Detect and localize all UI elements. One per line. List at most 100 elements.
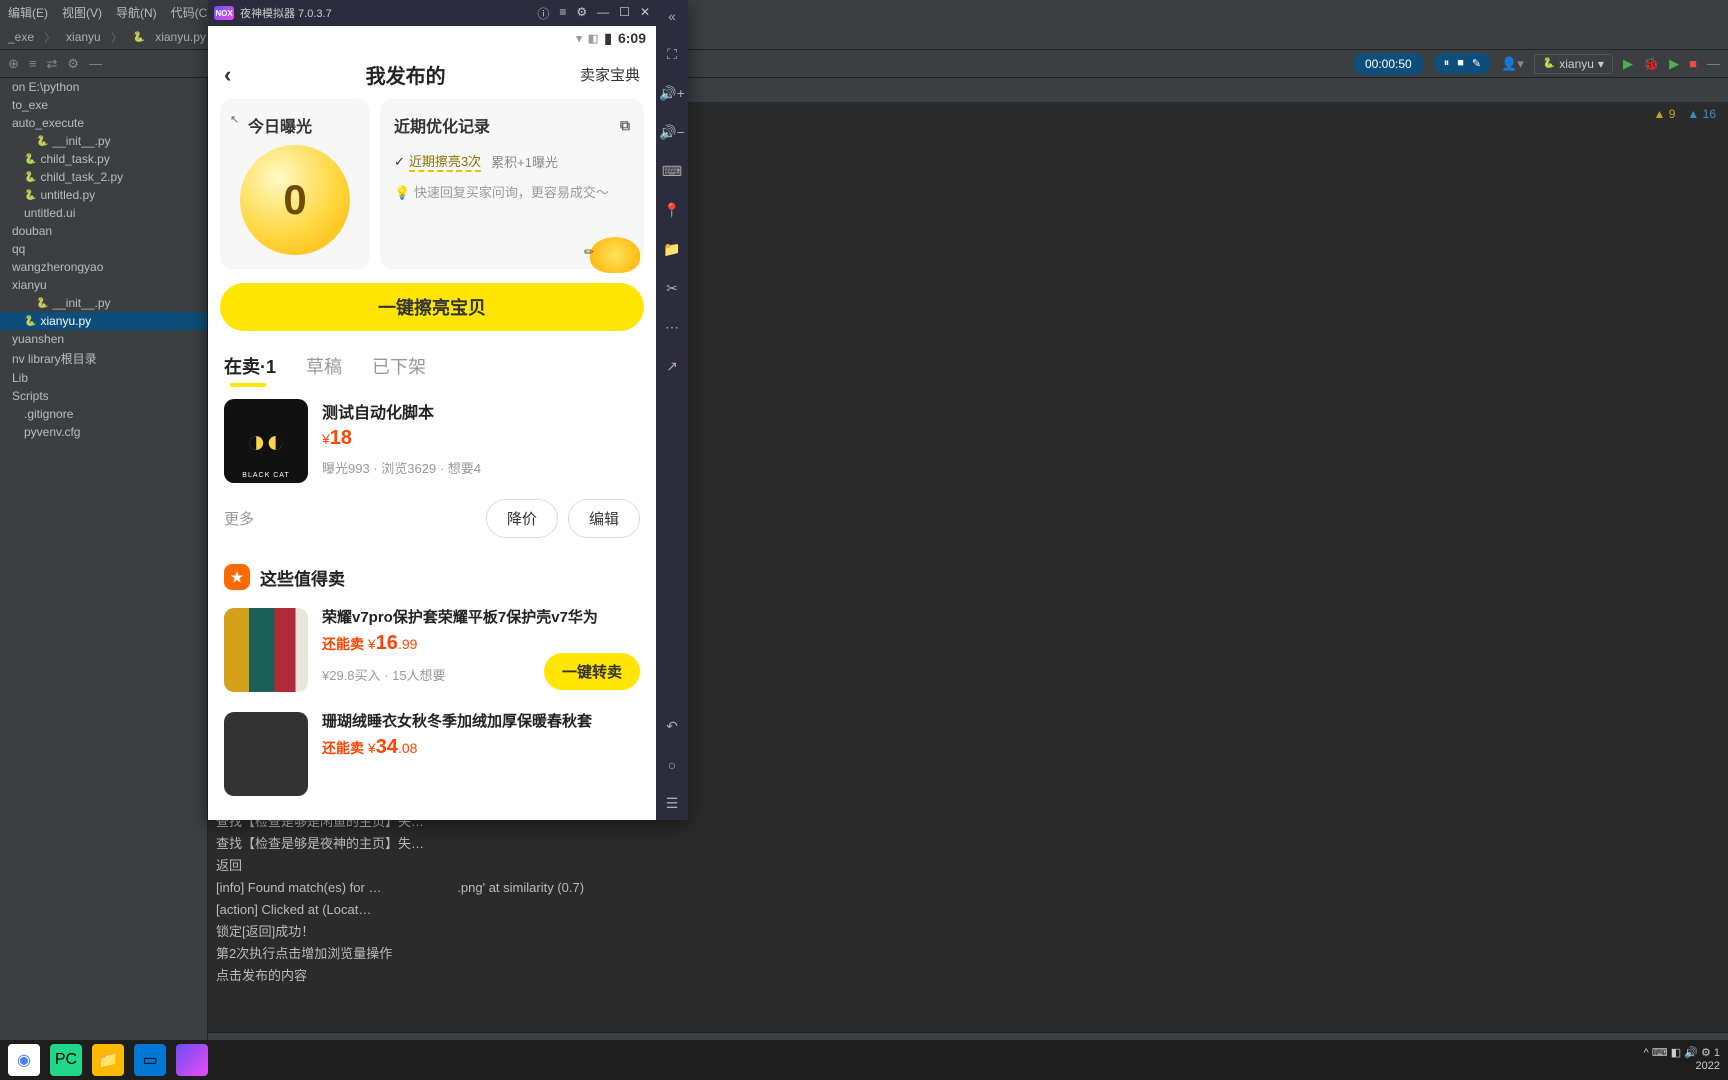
tree-row[interactable]: 🐍child_task_2.py bbox=[0, 168, 207, 186]
resell-button[interactable]: 一键转卖 bbox=[544, 653, 640, 690]
tray-time: 1 bbox=[1714, 1047, 1720, 1059]
emulator-sidebar: « ⛶ 🔊+ 🔊− ⌨ 📍 📁 ✂ ⋯ ↗ ↶ ○ ☰ bbox=[656, 0, 688, 820]
phone-screen[interactable]: ▾ ◧ ▮ 6:09 ‹ 我发布的 卖家宝典 ↖ 今日曝光 0 近期优化记录 ⧉… bbox=[208, 26, 656, 820]
help-icon[interactable]: ⓘ bbox=[537, 5, 549, 22]
debug-icon[interactable]: 🐞 bbox=[1643, 56, 1659, 72]
polish-button[interactable]: 一键擦亮宝贝 bbox=[220, 283, 644, 331]
stop-icon[interactable]: ■ bbox=[1457, 57, 1464, 70]
console-line: 点击发布的内容 bbox=[216, 965, 1720, 987]
warning-badge[interactable]: ▲ 9 bbox=[1654, 107, 1676, 121]
tree-row[interactable]: 🐍__init__.py bbox=[0, 132, 207, 150]
menu-edit[interactable]: 编辑(E) bbox=[8, 4, 48, 21]
pause-icon[interactable]: ⏸ bbox=[1444, 57, 1450, 70]
tab-offshelf[interactable]: 已下架 bbox=[372, 353, 426, 379]
tree-row[interactable]: qq bbox=[0, 240, 207, 258]
tree-row[interactable]: .gitignore bbox=[0, 405, 207, 423]
run-icon[interactable]: ▶ bbox=[1623, 56, 1633, 72]
more-button[interactable]: 更多 bbox=[224, 508, 254, 529]
exposure-value: 0 bbox=[240, 145, 350, 255]
maximize-icon[interactable]: ☐ bbox=[619, 5, 630, 22]
crumb[interactable]: xianyu.py bbox=[155, 30, 206, 44]
tree-row[interactable]: untitled.ui bbox=[0, 204, 207, 222]
reduce-price-button[interactable]: 降价 bbox=[486, 499, 558, 538]
item-stats: 曝光993 · 浏览3629 · 想要4 bbox=[322, 458, 640, 477]
run-config-select[interactable]: 🐍xianyu▾ bbox=[1534, 54, 1613, 74]
chrome-icon[interactable]: ◉ bbox=[8, 1044, 40, 1076]
stop-run-icon[interactable]: ■ bbox=[1689, 56, 1697, 71]
tree-row[interactable]: Lib bbox=[0, 369, 207, 387]
optimize-card[interactable]: 近期优化记录 ⧉ ✓近期擦亮3次累积+1曝光 💡 快速回复买家问询，更容易成交～ bbox=[380, 99, 644, 269]
tree-row[interactable]: 🐍xianyu.py bbox=[0, 312, 207, 330]
tray-icons[interactable]: ^ ⌨ ◧ 🔊 ⚙ bbox=[1644, 1047, 1714, 1059]
exposure-card[interactable]: ↖ 今日曝光 0 bbox=[220, 99, 370, 269]
nox-taskbar-icon[interactable] bbox=[176, 1044, 208, 1076]
tree-row[interactable]: yuanshen bbox=[0, 330, 207, 348]
recommend-item[interactable]: 荣耀v7pro保护套荣耀平板7保护壳v7华为 还能卖 ¥16.99 ¥29.8买… bbox=[208, 598, 656, 702]
tree-row[interactable]: pyvenv.cfg bbox=[0, 423, 207, 441]
tree-row[interactable]: 🐍untitled.py bbox=[0, 186, 207, 204]
minimize-icon[interactable]: — bbox=[597, 5, 609, 22]
system-tray[interactable]: ^ ⌨ ◧ 🔊 ⚙ 1 2022 bbox=[1644, 1047, 1720, 1073]
volume-down-icon[interactable]: 🔊− bbox=[659, 124, 685, 141]
location-icon[interactable]: 📍 bbox=[663, 202, 680, 219]
collapse-icon[interactable]: « bbox=[668, 8, 676, 24]
tree-row[interactable]: Scripts bbox=[0, 387, 207, 405]
crumb[interactable]: xianyu bbox=[66, 30, 101, 44]
user-icon[interactable]: 👤▾ bbox=[1501, 56, 1524, 72]
tree-row[interactable]: to_exe bbox=[0, 96, 207, 114]
terminal-icon[interactable]: ▭ bbox=[134, 1044, 166, 1076]
edit-button[interactable]: 编辑 bbox=[568, 499, 640, 538]
tab-onsale[interactable]: 在卖·1 bbox=[224, 353, 276, 379]
minimize-window-icon[interactable]: — bbox=[1707, 56, 1720, 71]
tree-row[interactable]: on E:\python bbox=[0, 78, 207, 96]
tree-row[interactable]: 🐍child_task.py bbox=[0, 150, 207, 168]
tree-row[interactable]: xianyu bbox=[0, 276, 207, 294]
home-nav-icon[interactable]: ○ bbox=[668, 757, 676, 773]
tree-row[interactable]: douban bbox=[0, 222, 207, 240]
console-line: 查找【检查是够是夜神的主页】失… bbox=[216, 833, 1720, 855]
tool-icon[interactable]: ⇄ bbox=[47, 56, 58, 72]
keyboard-icon[interactable]: ⌨ bbox=[662, 163, 682, 180]
emulator-window[interactable]: NOX 夜神模拟器 7.0.3.7 ⓘ ≡ ⚙ — ☐ ✕ « ⛶ 🔊+ 🔊− … bbox=[208, 0, 688, 820]
back-nav-icon[interactable]: ↶ bbox=[666, 718, 678, 735]
back-icon[interactable]: ‹ bbox=[224, 62, 231, 88]
emulator-title: 夜神模拟器 7.0.3.7 bbox=[240, 5, 332, 21]
minimize-icon[interactable]: — bbox=[89, 56, 102, 72]
menu-view[interactable]: 视图(V) bbox=[62, 4, 102, 21]
fullscreen-icon[interactable]: ⛶ bbox=[667, 46, 677, 63]
menu-nav[interactable]: 导航(N) bbox=[116, 4, 157, 21]
more-icon[interactable]: ⋯ bbox=[665, 319, 679, 336]
seller-guide-link[interactable]: 卖家宝典 bbox=[580, 64, 640, 85]
optimize-row: 近期擦亮3次 bbox=[409, 151, 481, 172]
emulator-titlebar[interactable]: NOX 夜神模拟器 7.0.3.7 ⓘ ≡ ⚙ — ☐ ✕ bbox=[208, 0, 656, 26]
crumb[interactable]: _exe bbox=[8, 30, 34, 44]
weak-warning-badge[interactable]: ▲ 16 bbox=[1687, 107, 1716, 121]
folder-icon[interactable]: 📁 bbox=[663, 241, 680, 258]
tree-row[interactable]: wangzherongyao bbox=[0, 258, 207, 276]
close-icon[interactable]: ✕ bbox=[640, 5, 650, 22]
run-controls[interactable]: ⏸ ■ ✎ bbox=[1434, 53, 1491, 74]
coverage-icon[interactable]: ▶ bbox=[1669, 56, 1679, 72]
tool-icon[interactable]: ≡ bbox=[29, 56, 37, 72]
scissors-icon[interactable]: ✂ bbox=[666, 280, 678, 297]
recent-nav-icon[interactable]: ☰ bbox=[666, 795, 679, 812]
tool-icon[interactable]: ⊕ bbox=[8, 56, 19, 72]
tree-row[interactable]: 🐍__init__.py bbox=[0, 294, 207, 312]
listing-item[interactable]: ◑◐ 测试自动化脚本 ¥18 曝光993 · 浏览3629 · 想要4 bbox=[208, 387, 656, 495]
share-icon[interactable]: ↗ bbox=[666, 358, 678, 375]
tab-draft[interactable]: 草稿 bbox=[306, 353, 342, 379]
menu-code[interactable]: 代码(C) bbox=[171, 4, 212, 21]
edit-icon[interactable]: ✎ bbox=[1472, 57, 1481, 70]
project-tree[interactable]: on E:\pythonto_exeauto_execute🐍__init__.… bbox=[0, 78, 208, 1080]
gear-icon[interactable]: ⚙ bbox=[576, 5, 587, 22]
camera-icon[interactable]: ⧉ bbox=[620, 117, 630, 134]
pycharm-icon[interactable]: PC bbox=[50, 1044, 82, 1076]
volume-up-icon[interactable]: 🔊+ bbox=[659, 85, 685, 102]
tree-row[interactable]: nv library根目录 bbox=[0, 348, 207, 369]
tree-row[interactable]: auto_execute bbox=[0, 114, 207, 132]
windows-taskbar[interactable]: ◉ PC 📁 ▭ ^ ⌨ ◧ 🔊 ⚙ 1 2022 bbox=[0, 1040, 1728, 1080]
menu-icon[interactable]: ≡ bbox=[559, 5, 566, 22]
gear-icon[interactable]: ⚙ bbox=[67, 56, 79, 72]
explorer-icon[interactable]: 📁 bbox=[92, 1044, 124, 1076]
recommend-item[interactable]: 珊瑚绒睡衣女秋冬季加绒加厚保暖春秋套 还能卖 ¥34.08 bbox=[208, 702, 656, 806]
